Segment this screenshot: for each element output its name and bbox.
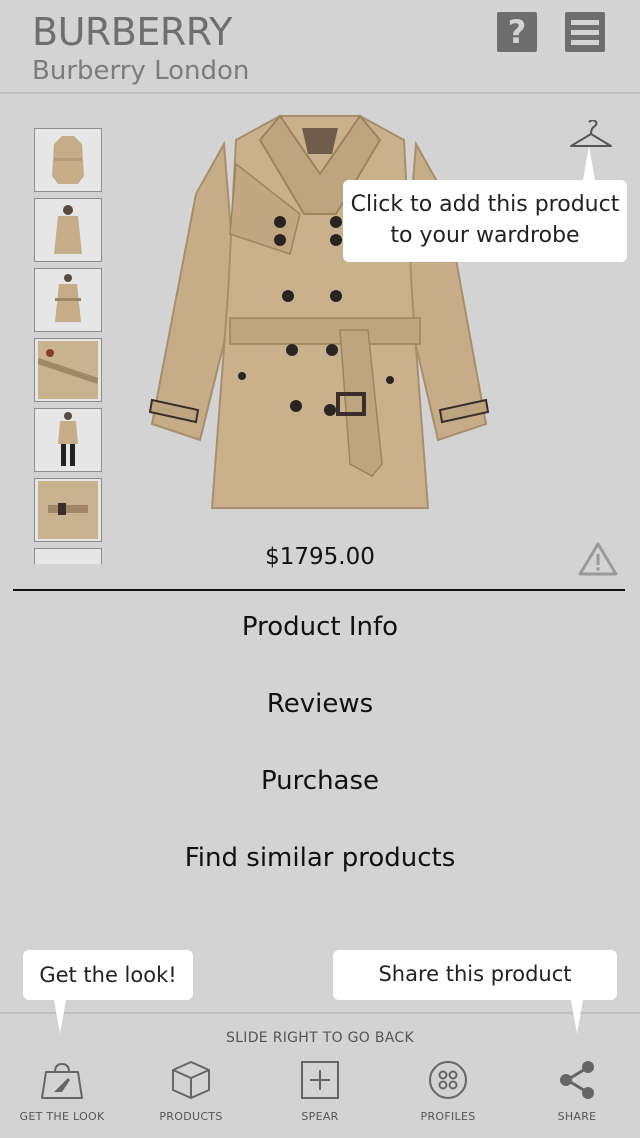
get-look-tooltip: Get the look! — [23, 950, 193, 1034]
brand-title: BURBERRY — [32, 10, 232, 54]
wardrobe-tooltip-line1: Click to add this product — [350, 192, 620, 217]
menu-button[interactable] — [565, 12, 605, 52]
question-icon: ? — [507, 13, 527, 51]
thumb-model-front[interactable] — [34, 198, 102, 262]
box-icon — [172, 1061, 210, 1099]
get-look-tooltip-text: Get the look! — [39, 963, 177, 987]
thumb-coat-belted[interactable] — [34, 268, 102, 332]
nav-label: PRODUCTS — [159, 1110, 223, 1123]
nav-get-the-look[interactable]: GET THE LOOK — [2, 1060, 122, 1136]
nav-label: GET THE LOOK — [19, 1110, 105, 1123]
menu-purchase[interactable]: Purchase — [0, 766, 640, 796]
share-tooltip-text: Share this product — [378, 962, 572, 986]
nav-label: SHARE — [557, 1110, 597, 1123]
thumb-model-full[interactable] — [34, 408, 102, 472]
warning-icon[interactable] — [578, 542, 618, 576]
plus-square-icon — [301, 1061, 339, 1099]
share-icon — [560, 1061, 594, 1099]
shopping-bag-heel-icon — [41, 1062, 83, 1099]
menu-find-similar[interactable]: Find similar products — [0, 843, 640, 873]
nav-profiles[interactable]: PROFILES — [388, 1060, 508, 1136]
help-button[interactable]: ? — [497, 12, 537, 52]
thumb-coat-front[interactable] — [34, 128, 102, 192]
thumbnail-strip[interactable] — [34, 128, 102, 564]
wardrobe-tooltip: Click to add this product to your wardro… — [343, 146, 627, 262]
circle-dots-icon — [429, 1061, 467, 1099]
menu-product-info[interactable]: Product Info — [0, 612, 640, 642]
thumb-cuff-detail[interactable] — [34, 478, 102, 542]
bottom-nav-bar: SLIDE RIGHT TO GO BACK GET THE LOOK PROD… — [0, 1012, 640, 1138]
thumb-fabric-detail[interactable] — [34, 338, 102, 402]
product-price: $1795.00 — [265, 544, 375, 570]
nav-label: SPEAR — [301, 1110, 339, 1123]
menu-reviews[interactable]: Reviews — [0, 689, 640, 719]
slide-hint: SLIDE RIGHT TO GO BACK — [226, 1030, 414, 1046]
nav-spear[interactable]: SPEAR — [260, 1060, 380, 1136]
nav-label: PROFILES — [420, 1110, 476, 1123]
nav-products[interactable]: PRODUCTS — [131, 1060, 251, 1136]
brand-subtitle: Burberry London — [32, 56, 250, 86]
share-tooltip: Share this product — [333, 950, 617, 1034]
divider — [13, 589, 625, 591]
product-image[interactable] — [140, 104, 500, 524]
wardrobe-tooltip-line2: to your wardrobe — [390, 223, 580, 248]
nav-share[interactable]: SHARE — [517, 1060, 637, 1136]
app-header: BURBERRY Burberry London ? — [0, 0, 640, 94]
